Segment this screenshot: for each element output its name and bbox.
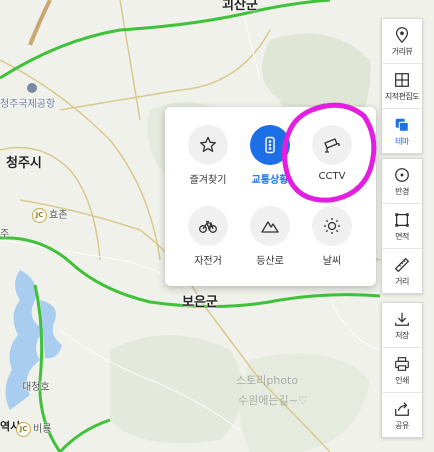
- theme-button[interactable]: 테마: [382, 109, 422, 153]
- layer-favorites-button[interactable]: 즐겨찾기: [177, 125, 239, 186]
- distance-label: 거리: [395, 276, 409, 286]
- map-label-goesan: 괴산군: [222, 0, 258, 13]
- distance-button[interactable]: 거리: [382, 249, 422, 293]
- location-pin-icon: [395, 26, 409, 43]
- map-label-boeun: 보은군: [182, 295, 218, 310]
- sun-icon: [324, 218, 340, 234]
- map-label-daecheong: 대청호: [22, 382, 50, 393]
- area-icon: [395, 212, 409, 227]
- map-label-left-cut2: 주: [0, 229, 10, 240]
- area-label: 면적: [395, 231, 409, 241]
- download-icon: [395, 312, 409, 326]
- map-label-hyochon-text: 효촌: [49, 210, 68, 221]
- cadastral-map-icon: [395, 72, 409, 87]
- cctv-camera-icon: [324, 138, 340, 153]
- save-label: 저장: [395, 330, 409, 340]
- layer-hiking-label: 등산로: [256, 256, 284, 267]
- watermark-line2: 수원에는길~♡: [238, 394, 308, 407]
- toolbar-group-view: 거리뷰 지적편집도 테마: [381, 18, 423, 154]
- layer-traffic-circle: [250, 125, 290, 165]
- print-label: 인쇄: [395, 375, 409, 385]
- layer-weather-circle: [312, 206, 352, 246]
- star-icon: [200, 136, 216, 152]
- layer-hiking-circle: [250, 206, 290, 246]
- map-label-biryong: JC 비룡: [16, 420, 51, 437]
- layer-cctv-button[interactable]: CCTV: [301, 125, 363, 182]
- layer-bicycle-button[interactable]: 자전거: [177, 206, 239, 267]
- ruler-icon: [394, 257, 410, 272]
- layer-traffic-label: 교통상황: [251, 175, 289, 186]
- area-button[interactable]: 면적: [382, 204, 422, 249]
- share-icon: [395, 401, 409, 416]
- radius-label: 반경: [395, 186, 409, 196]
- toolbar-group-export: 저장 인쇄 공유: [381, 302, 423, 438]
- cadastral-map-button[interactable]: 지적편집도: [382, 64, 422, 109]
- layer-favorites-label: 즐겨찾기: [189, 175, 227, 186]
- jc-badge-icon: JC: [32, 207, 47, 223]
- layer-bicycle-label: 자전거: [194, 256, 222, 267]
- radius-button[interactable]: 반경: [382, 159, 422, 204]
- map-label-biryong-text: 비룡: [33, 424, 52, 435]
- radius-icon: [395, 167, 409, 182]
- street-view-button[interactable]: 거리뷰: [382, 19, 422, 64]
- map-label-cheongju: 청주시: [6, 156, 42, 171]
- layer-weather-button[interactable]: 날씨: [301, 206, 363, 267]
- layer-cctv-label: CCTV: [318, 171, 346, 182]
- street-view-label: 거리뷰: [391, 46, 413, 56]
- layer-traffic-button[interactable]: 교통상황: [239, 125, 301, 186]
- share-label: 공유: [395, 420, 409, 430]
- print-icon: [395, 356, 409, 371]
- map-label-hyochon: JC 효촌: [32, 206, 67, 223]
- layers-icon: [395, 118, 409, 132]
- watermark-line1: 스토리photo: [236, 374, 299, 387]
- layer-bicycle-circle: [188, 206, 228, 246]
- bicycle-icon: [199, 220, 217, 233]
- print-button[interactable]: 인쇄: [382, 348, 422, 393]
- mountain-icon: [261, 221, 279, 233]
- theme-layer-panel: 즐겨찾기 교통상황 CCTV 자전거 등산로 날씨: [165, 107, 376, 286]
- map-label-airport: 청주국제공항: [0, 99, 56, 110]
- jc-badge-icon: JC: [16, 421, 31, 437]
- layer-hiking-button[interactable]: 등산로: [239, 206, 301, 267]
- toolbar-group-measure: 반경 면적 거리: [381, 158, 423, 294]
- layer-weather-label: 날씨: [322, 256, 342, 267]
- share-button[interactable]: 공유: [382, 393, 422, 437]
- traffic-light-icon: [265, 136, 275, 154]
- layer-favorites-circle: [188, 125, 228, 165]
- theme-label: 테마: [395, 136, 409, 146]
- cadastral-map-label: 지적편집도: [384, 91, 420, 101]
- save-button[interactable]: 저장: [382, 303, 422, 348]
- layer-cctv-circle: [312, 125, 352, 165]
